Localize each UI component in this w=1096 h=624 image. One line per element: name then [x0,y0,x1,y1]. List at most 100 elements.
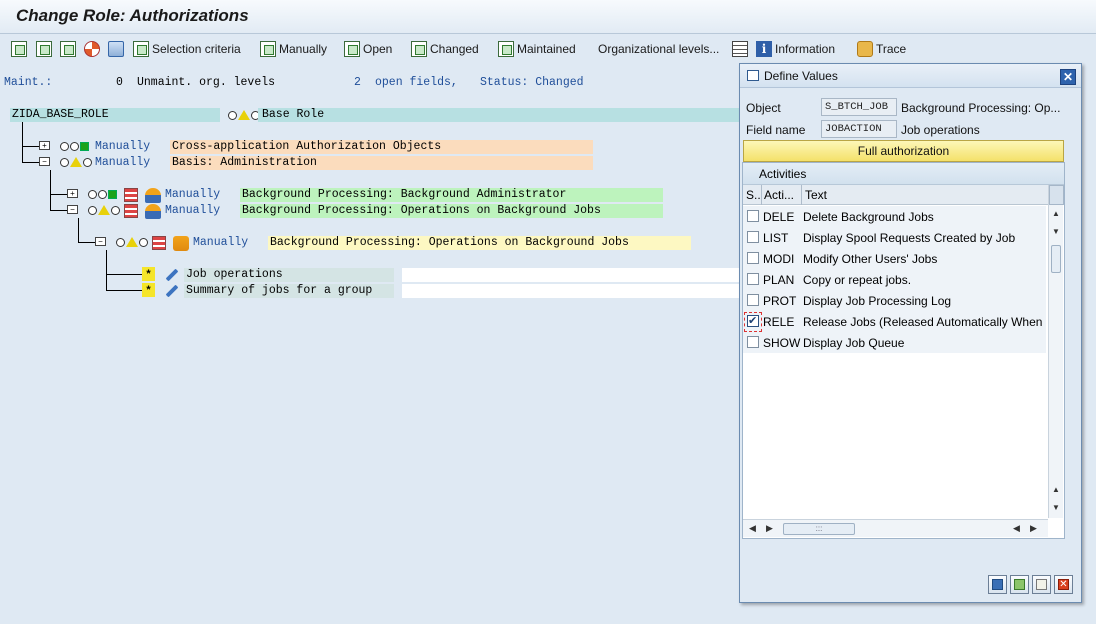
deactivate-button[interactable] [84,40,100,58]
open-node-button[interactable] [60,40,76,58]
trace-button[interactable]: Trace [857,40,906,58]
activity-checkbox[interactable] [747,252,759,264]
save-button[interactable] [988,575,1007,594]
org-level-icon[interactable] [145,188,161,203]
light-circle-icon [60,142,69,151]
activity-checkbox[interactable] [747,294,759,306]
expand-node-icon[interactable]: + [67,189,78,198]
light-circle-icon [83,157,92,167]
trace-icon[interactable] [173,236,189,251]
field-description: Summary of jobs for a group [184,284,394,298]
open-button[interactable]: Open [344,40,392,58]
activity-checkbox[interactable] [747,315,759,327]
object-class-description: Cross-application Authorization Objects [170,140,593,154]
authorization-description: Background Processing: Operations on Bac… [268,236,691,250]
cancel-button[interactable]: ✕ [1054,575,1073,594]
light-circle-icon [88,190,97,199]
expand-all-button[interactable] [11,40,27,58]
activity-checkbox[interactable] [747,231,759,243]
column-activity[interactable]: Acti... [764,188,794,202]
activity-checkbox[interactable] [747,273,759,285]
status-lights [116,237,148,247]
scroll-down-icon[interactable]: ▼ [1052,227,1060,236]
grid-icon [732,41,748,57]
changed-label: Changed [430,42,479,56]
status-text: Status: Changed [480,76,584,89]
collapse-node-icon[interactable]: − [39,157,50,166]
manually-button[interactable]: Manually [260,40,327,58]
application-toolbar: Selection criteria Manually Open Changed… [0,34,1096,64]
scroll-left-icon[interactable]: ◀ [749,523,756,534]
activity-code: LIST [763,231,789,245]
edit-button[interactable] [1032,575,1051,594]
object-label: Object [746,101,781,115]
horizontal-scroll-thumb[interactable]: ::: [783,523,855,535]
expand-node-icon[interactable]: + [39,141,50,150]
object-field[interactable]: S_BTCH_JOB [821,98,897,116]
scroll-up-icon[interactable]: ▲ [1052,209,1060,218]
field-edit-button[interactable] [164,284,182,298]
changed-button[interactable]: Changed [411,40,479,58]
delete-button[interactable] [108,40,124,58]
maint-status-link[interactable]: Manually [95,156,150,170]
delete-object-icon[interactable] [124,188,138,202]
collapse-node-icon[interactable]: − [67,205,78,214]
maint-status-link[interactable]: Manually [165,188,220,202]
field-edit-button[interactable] [164,268,182,282]
information-button[interactable]: i Information [756,40,835,58]
page-up-icon[interactable]: ▲ [1052,485,1060,494]
activity-row[interactable]: PROT Display Job Processing Log [743,290,1046,311]
maint-status-link[interactable]: Manually [193,236,248,250]
scroll-right-end-icon[interactable]: ▶ [1030,523,1037,534]
vertical-scrollbar[interactable]: ▲ ▼ ▲ ▼ [1048,185,1064,518]
collapse-node-icon[interactable]: − [95,237,106,246]
save-icon [992,579,1003,590]
field-name-label: Field name [746,123,806,137]
copy-values-button[interactable] [1010,575,1029,594]
grid-button[interactable] [732,40,748,58]
field-name-field[interactable]: JOBACTION [821,120,897,138]
maint-status-link[interactable]: Manually [95,140,150,154]
activity-checkbox[interactable] [747,336,759,348]
page-title: Change Role: Authorizations [16,6,249,25]
activity-row[interactable]: SHOW Display Job Queue [743,332,1046,353]
field-description: Job operations [184,268,394,282]
activity-code: RELE [763,315,795,329]
activity-row[interactable]: PLAN Copy or repeat jobs. [743,269,1046,290]
changed-icon [411,41,427,57]
activity-checkbox[interactable] [747,210,759,222]
trace-label: Trace [876,42,907,56]
activity-row[interactable]: DELE Delete Background Jobs [743,206,1046,227]
collapse-icon [36,41,52,57]
collapse-all-button[interactable] [36,40,52,58]
pencil-icon [165,268,179,282]
maint-label: Maint.: [4,76,53,89]
organizational-levels-button[interactable]: Organizational levels... [598,40,719,58]
field-values [402,284,740,298]
maintained-button[interactable]: Maintained [498,40,576,58]
delete-object-icon[interactable] [124,204,138,218]
vertical-scroll-thumb[interactable] [1051,245,1061,273]
full-authorization-button[interactable]: Full authorization [743,140,1064,162]
object-description: Background Processing: Operations on Bac… [240,204,663,218]
column-config-button[interactable] [1049,185,1064,205]
column-text[interactable]: Text [805,188,827,202]
scroll-right-icon[interactable]: ▶ [766,523,773,534]
activity-text: Display Job Processing Log [803,294,952,308]
activity-row[interactable]: MODI Modify Other Users' Jobs [743,248,1046,269]
selection-criteria-button[interactable]: Selection criteria [133,40,241,58]
column-select[interactable]: S.. [746,188,761,202]
activity-row[interactable]: RELE Release Jobs (Released Automaticall… [743,311,1046,332]
activity-row[interactable]: LIST Display Spool Requests Created by J… [743,227,1046,248]
root-role-name[interactable]: ZIDA_BASE_ROLE [10,108,220,122]
scroll-left-end-icon[interactable]: ◀ [1013,523,1020,534]
delete-authorization-icon[interactable] [152,236,166,250]
org-level-icon[interactable] [145,204,161,219]
close-icon[interactable]: ✕ [1060,69,1076,85]
green-light-icon [80,142,89,151]
status-lights [60,157,92,167]
horizontal-scrollbar[interactable]: ◀ ▶ ::: ◀ ▶ [743,519,1048,537]
maint-status-link[interactable]: Manually [165,204,220,218]
title-bar: Change Role: Authorizations [0,0,1096,34]
page-down-icon[interactable]: ▼ [1052,503,1060,512]
